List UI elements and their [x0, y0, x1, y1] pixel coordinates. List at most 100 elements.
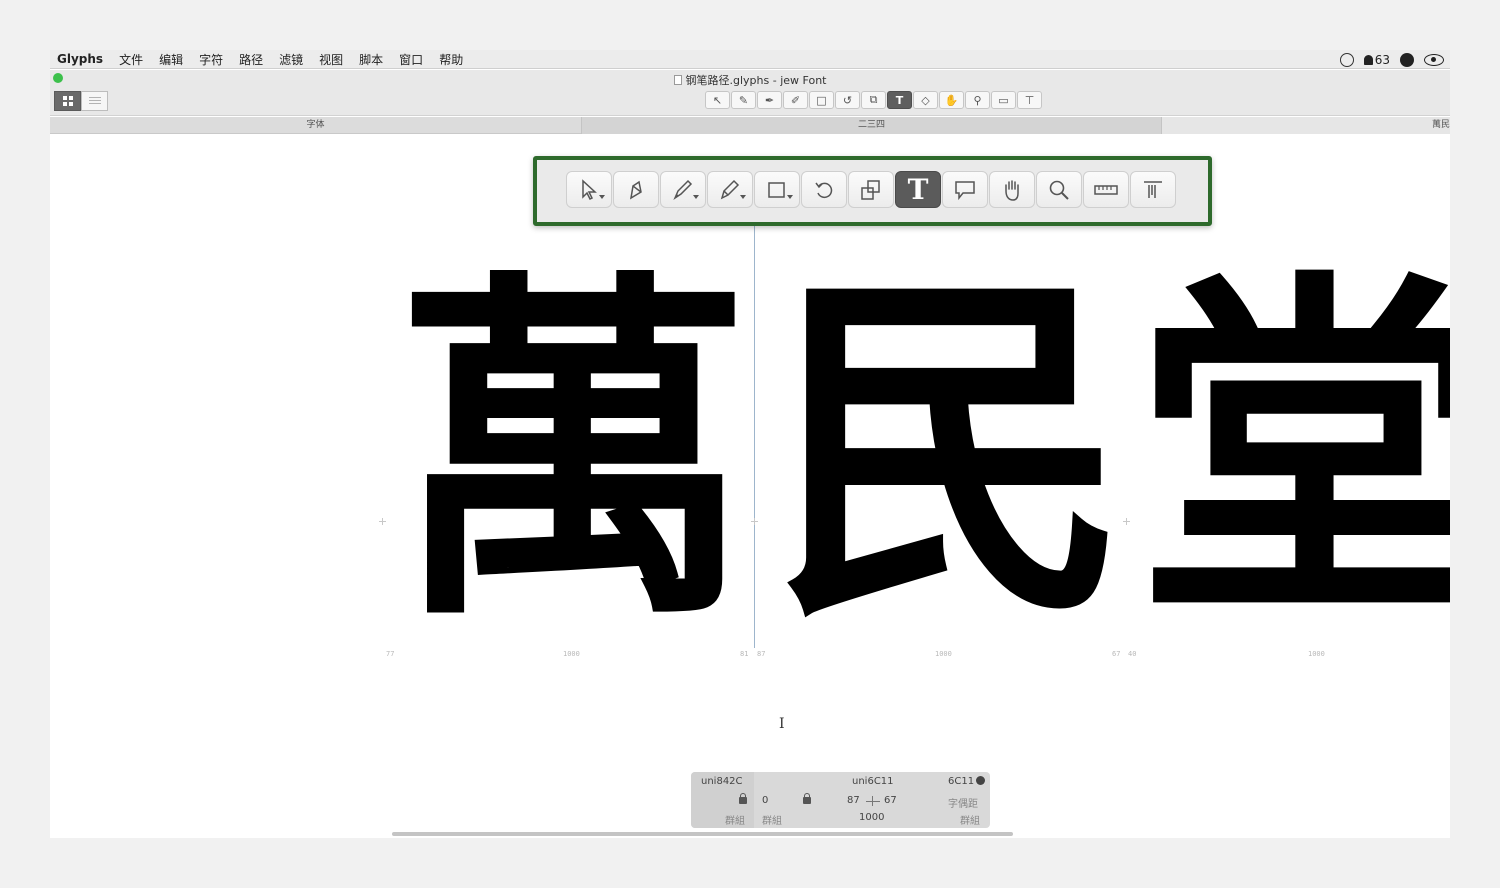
- pen-tool-large[interactable]: [660, 171, 706, 208]
- document-tabs: 字体 二三四 萬民: [50, 117, 1450, 134]
- glyph-min[interactable]: 民: [770, 274, 1130, 634]
- group-label: 群組: [960, 816, 980, 827]
- menu-path[interactable]: 路径: [231, 51, 271, 68]
- rsb-field[interactable]: 67: [884, 795, 897, 806]
- prev-glyph-name[interactable]: uni842C: [701, 776, 743, 787]
- group-label: 群組: [725, 816, 745, 827]
- group-label: 群組: [762, 816, 782, 827]
- draw-icon: [629, 180, 642, 199]
- eye-icon[interactable]: [1424, 53, 1444, 66]
- zoom-tool-large[interactable]: [1036, 171, 1082, 208]
- notification-count: 63: [1374, 52, 1390, 67]
- metric-g1-lsb: 77: [386, 650, 395, 658]
- menu-glyph[interactable]: 字符: [191, 51, 231, 68]
- window-titlebar: 钢笔路径.glyphs - jew Font ↖ ✎ ✒ ✐ □ ↺ ⧉ T ◇…: [50, 70, 1450, 116]
- glyph-boundary-line: [754, 224, 755, 648]
- kerning-label: 字偶距: [948, 799, 978, 810]
- rotate-tool-button[interactable]: ↺: [835, 91, 860, 109]
- toolbar-small: ↖ ✎ ✒ ✐ □ ↺ ⧉ T ◇ ✋ ⚲ ▭ ⊤: [705, 91, 1042, 109]
- pencil-tool-large[interactable]: [707, 171, 753, 208]
- menu-edit[interactable]: 编辑: [151, 51, 191, 68]
- unicode-value: 6C11: [948, 776, 975, 787]
- width-field[interactable]: 1000: [859, 812, 884, 823]
- screen-record-icon[interactable]: [1339, 52, 1354, 67]
- notification-indicator[interactable]: 63: [1363, 52, 1390, 67]
- draw-tool-large[interactable]: [613, 171, 659, 208]
- measurement-tool-large[interactable]: [1083, 171, 1129, 208]
- rectangle-tool-button[interactable]: □: [809, 91, 834, 109]
- lock-icon[interactable]: [739, 793, 747, 804]
- menu-view[interactable]: 视图: [311, 51, 351, 68]
- list-icon: [88, 96, 101, 106]
- metric-g2-width: 1000: [935, 650, 952, 658]
- menu-help[interactable]: 帮助: [431, 51, 471, 68]
- document-title-text: 钢笔路径.glyphs - jew Font: [685, 74, 827, 87]
- speech-bubble-icon: [955, 180, 975, 200]
- hand-icon: [1005, 179, 1019, 201]
- menu-bar: Glyphs 文件 编辑 字符 路径 滤镜 视图 脚本 窗口 帮助 63: [50, 50, 1450, 69]
- menu-window[interactable]: 窗口: [391, 51, 431, 68]
- lock-icon[interactable]: [803, 793, 811, 804]
- edit-canvas[interactable]: 萬 民 堂 77 1000 81 87 1000 67 40 1000 I: [50, 134, 1450, 799]
- metric-g2-lsb: 87: [757, 650, 766, 658]
- zoom-tool-button[interactable]: ⚲: [965, 91, 990, 109]
- tab-edit[interactable]: 二三四: [581, 117, 1162, 134]
- grid-icon: [62, 96, 73, 106]
- metric-g3-lsb: 40: [1128, 650, 1137, 658]
- chevron-down-icon: [787, 195, 793, 199]
- pen-tool-button[interactable]: ✒: [757, 91, 782, 109]
- tab-font[interactable]: 字体: [50, 117, 581, 134]
- lsb-field[interactable]: 87: [847, 795, 860, 806]
- menu-script[interactable]: 脚本: [351, 51, 391, 68]
- metric-g1-rsb: 81: [740, 650, 749, 658]
- text-tool-large[interactable]: T: [895, 171, 941, 208]
- app-status-icon[interactable]: [1400, 52, 1414, 67]
- metrics-tool-large[interactable]: [1130, 171, 1176, 208]
- chevron-down-icon: [740, 195, 746, 199]
- select-tool-large[interactable]: [566, 171, 612, 208]
- document-title: 钢笔路径.glyphs - jew Font: [50, 72, 1450, 88]
- list-view-button[interactable]: [81, 91, 108, 111]
- toolbar-zoom-callout: T: [533, 156, 1212, 226]
- select-tool-button[interactable]: ↖: [705, 91, 730, 109]
- metric-g3-width: 1000: [1308, 650, 1325, 658]
- hand-tool-large[interactable]: [989, 171, 1035, 208]
- sidebearing-marker: [1123, 518, 1130, 525]
- horizontal-scrollbar[interactable]: [392, 832, 1013, 836]
- sidebearing-marker: [751, 518, 758, 525]
- glyph-name-field[interactable]: uni6C11: [852, 776, 894, 787]
- metrics-icon: [1144, 180, 1162, 198]
- pencil-tool-button[interactable]: ✐: [783, 91, 808, 109]
- draw-tool-button[interactable]: ✎: [731, 91, 756, 109]
- arrow-right-circle-icon[interactable]: [976, 776, 986, 785]
- menu-filter[interactable]: 滤镜: [271, 51, 311, 68]
- grid-view-button[interactable]: [54, 91, 81, 111]
- glyph-tang[interactable]: 堂: [1135, 274, 1450, 634]
- text-cursor-icon: I: [779, 716, 785, 732]
- status-area: 63: [1339, 50, 1444, 69]
- left-group-value[interactable]: 0: [762, 795, 768, 806]
- scale-icon: [861, 179, 880, 200]
- document-icon: [673, 75, 682, 85]
- unicode-field[interactable]: 6C11: [948, 776, 986, 787]
- scale-tool-button[interactable]: ⧉: [861, 91, 886, 109]
- menu-file[interactable]: 文件: [111, 51, 151, 68]
- metrics-tool-button[interactable]: ⊤: [1017, 91, 1042, 109]
- tab-third[interactable]: 萬民: [1162, 117, 1450, 134]
- link-metrics-icon[interactable]: [866, 796, 880, 806]
- hand-tool-button[interactable]: ✋: [939, 91, 964, 109]
- view-mode-toggle: [54, 91, 108, 111]
- annotation-tool-button[interactable]: ◇: [913, 91, 938, 109]
- measurement-tool-button[interactable]: ▭: [991, 91, 1016, 109]
- glyph-info-panel: uni842C uni6C11 6C11 0 87 67 字偶距 群組 群組 1…: [691, 772, 990, 828]
- menu-app-name[interactable]: Glyphs: [50, 52, 111, 66]
- bell-icon: [1363, 54, 1373, 65]
- text-tool-button[interactable]: T: [887, 91, 912, 109]
- annotation-tool-large[interactable]: [942, 171, 988, 208]
- ruler-icon: [1094, 184, 1118, 195]
- scale-tool-large[interactable]: [848, 171, 894, 208]
- glyph-wan[interactable]: 萬: [393, 274, 753, 634]
- rotate-tool-large[interactable]: [801, 171, 847, 208]
- glyphs-window: Glyphs 文件 编辑 字符 路径 滤镜 视图 脚本 窗口 帮助 63 钢笔路…: [50, 50, 1450, 838]
- rectangle-tool-large[interactable]: [754, 171, 800, 208]
